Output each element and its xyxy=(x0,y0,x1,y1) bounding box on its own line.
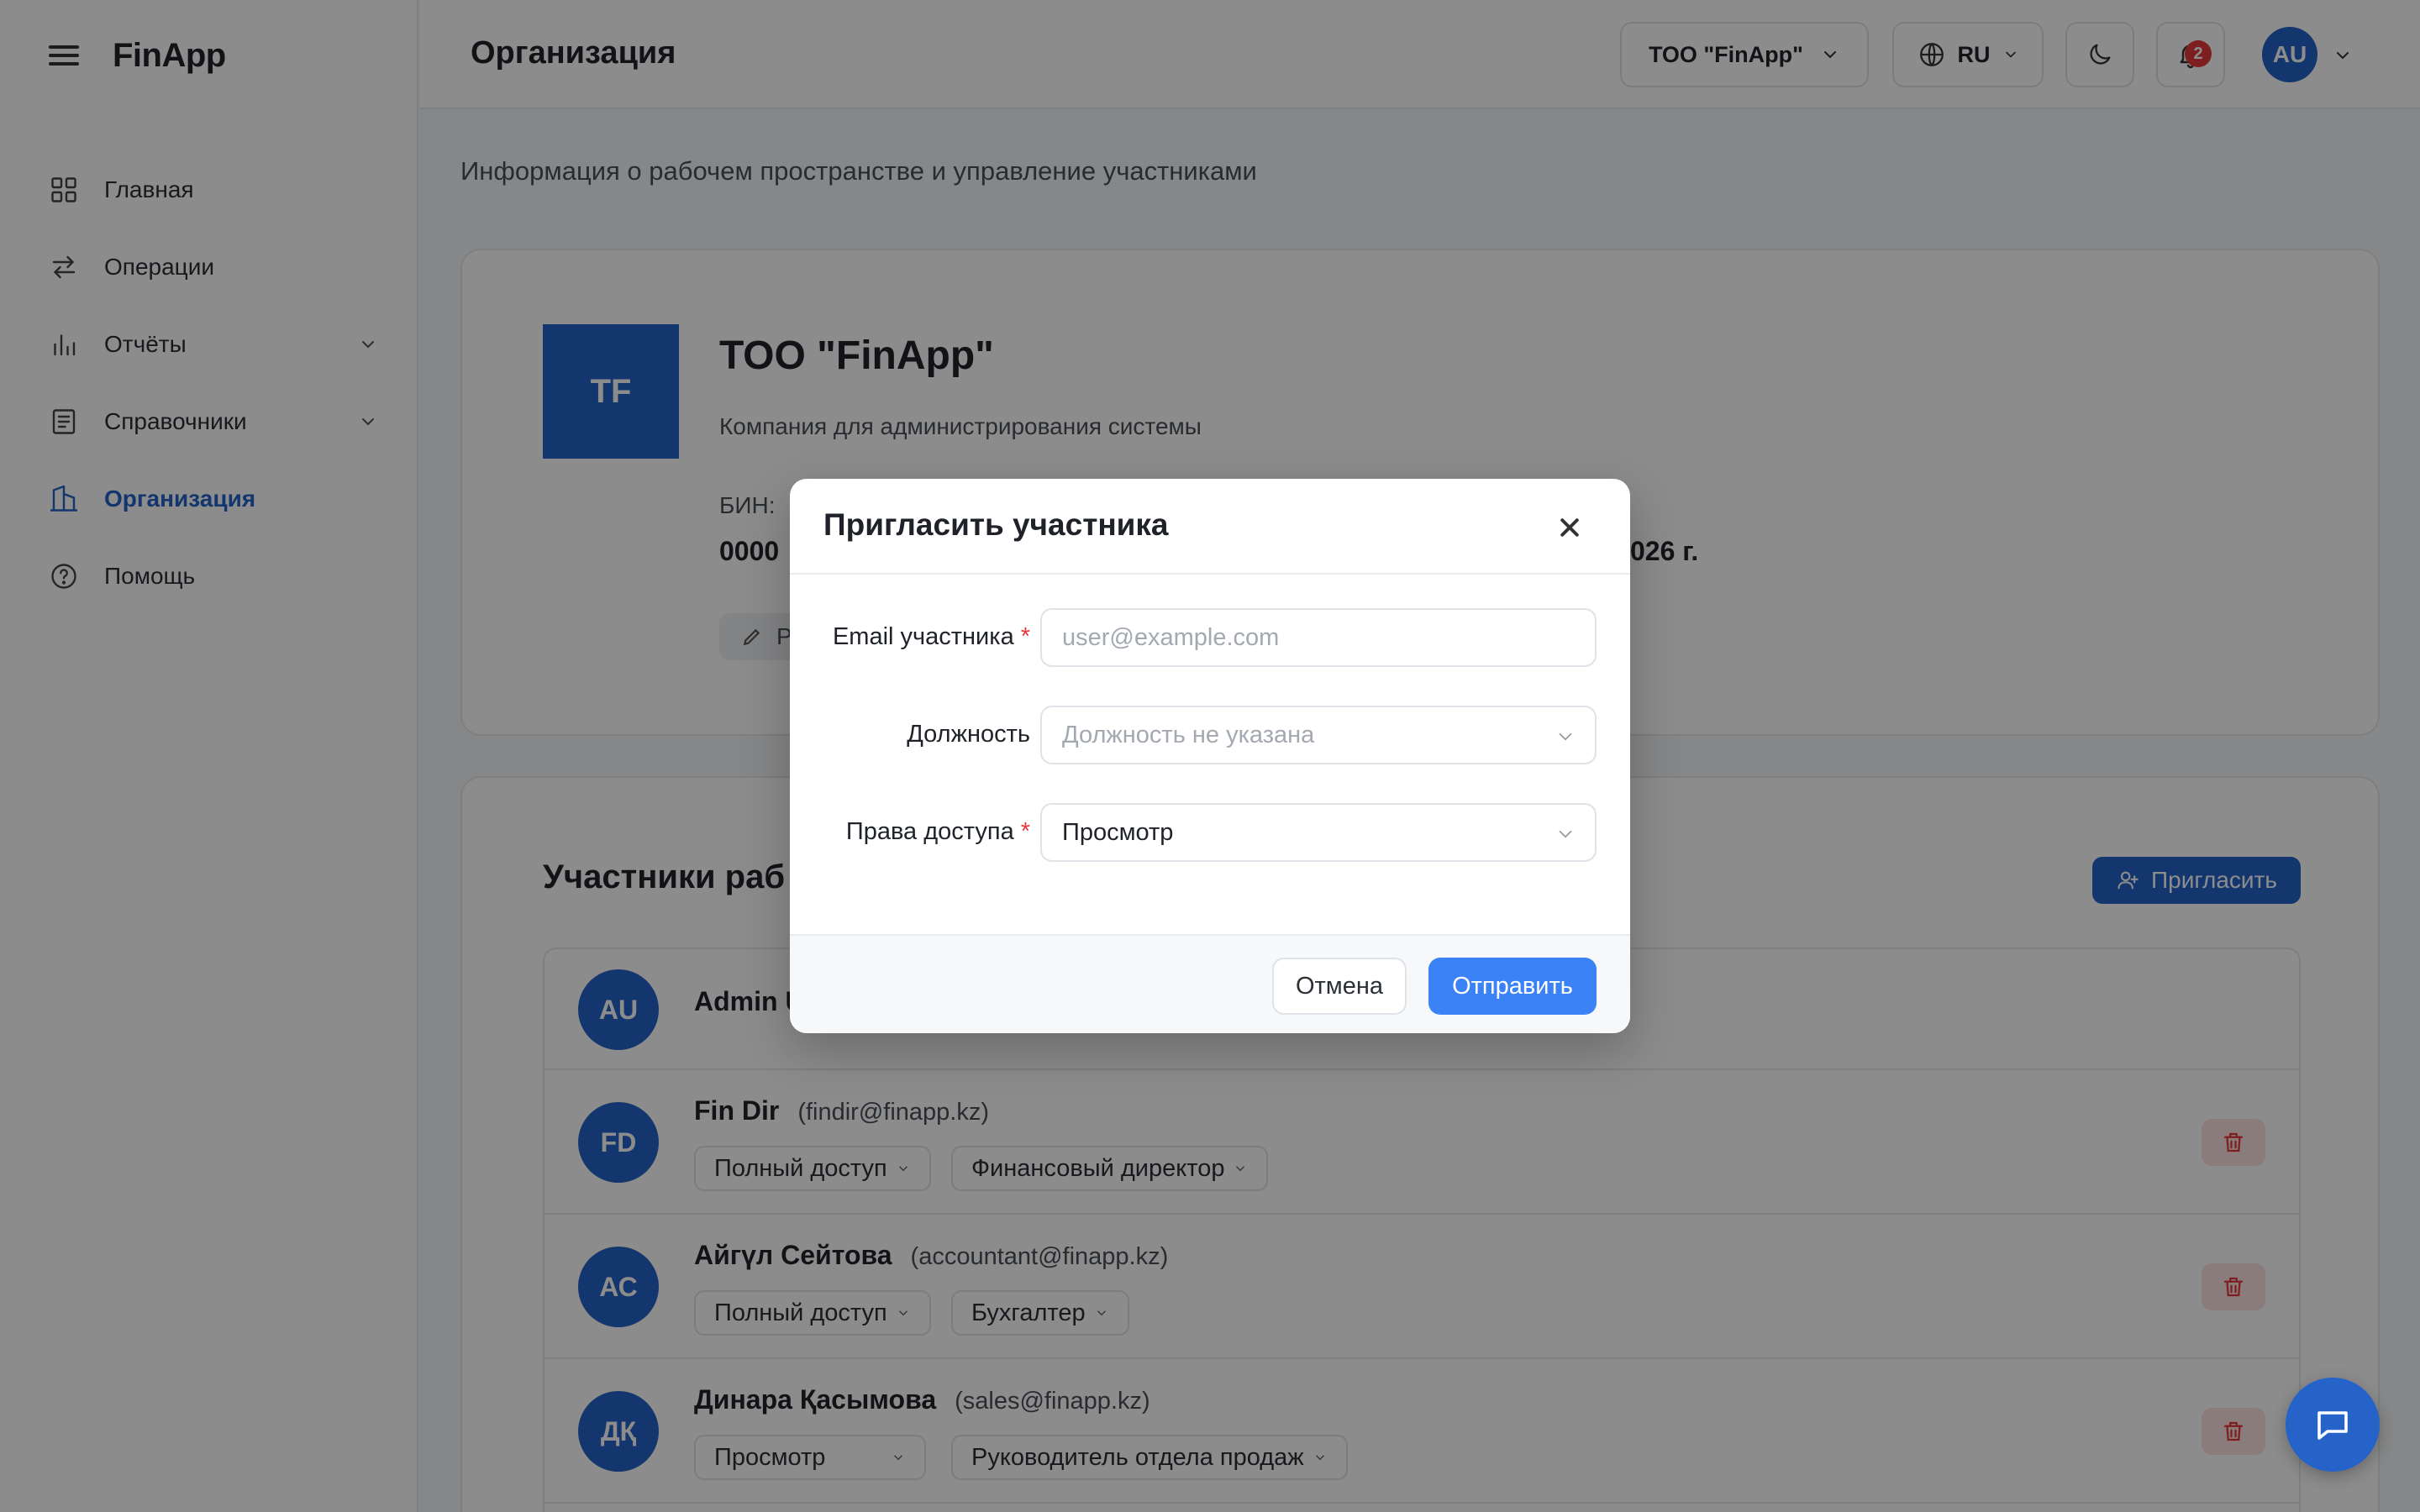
chevron-down-icon xyxy=(1559,830,1572,838)
access-row: Права доступа * Просмотр xyxy=(790,803,1630,862)
invite-member-modal: Пригласить участника Email участника* До… xyxy=(790,479,1630,1033)
cancel-button[interactable]: Отмена xyxy=(1272,958,1407,1015)
position-select-value: Должность не указана xyxy=(1062,721,1315,748)
close-icon xyxy=(1560,518,1579,537)
modal-title: Пригласить участника xyxy=(823,507,1169,542)
chevron-down-icon xyxy=(1559,732,1572,741)
send-button[interactable]: Отправить xyxy=(1428,958,1597,1015)
email-field-wrapper xyxy=(1040,608,1597,667)
chat-icon xyxy=(2317,1411,2348,1440)
position-row: Должность Должность не указана xyxy=(790,706,1630,764)
access-label: Права доступа * xyxy=(845,818,1030,845)
modal-footer: Отмена Отправить xyxy=(790,934,1630,1033)
access-label-text: Права доступа xyxy=(845,818,1014,845)
position-label: Должность xyxy=(907,721,1030,748)
email-label: Email участника * xyxy=(832,623,1030,650)
chat-button[interactable] xyxy=(2286,1378,2380,1472)
email-row: Email участника * xyxy=(790,608,1630,667)
modal-header: Пригласить участника xyxy=(790,479,1630,575)
access-select[interactable]: Просмотр xyxy=(1040,803,1597,862)
position-select[interactable]: Должность не указана xyxy=(1040,706,1597,764)
email-field[interactable] xyxy=(1062,623,1566,652)
close-button[interactable] xyxy=(1551,509,1588,546)
email-label-text: Email участника xyxy=(832,623,1014,650)
access-select-value: Просмотр xyxy=(1062,818,1174,846)
